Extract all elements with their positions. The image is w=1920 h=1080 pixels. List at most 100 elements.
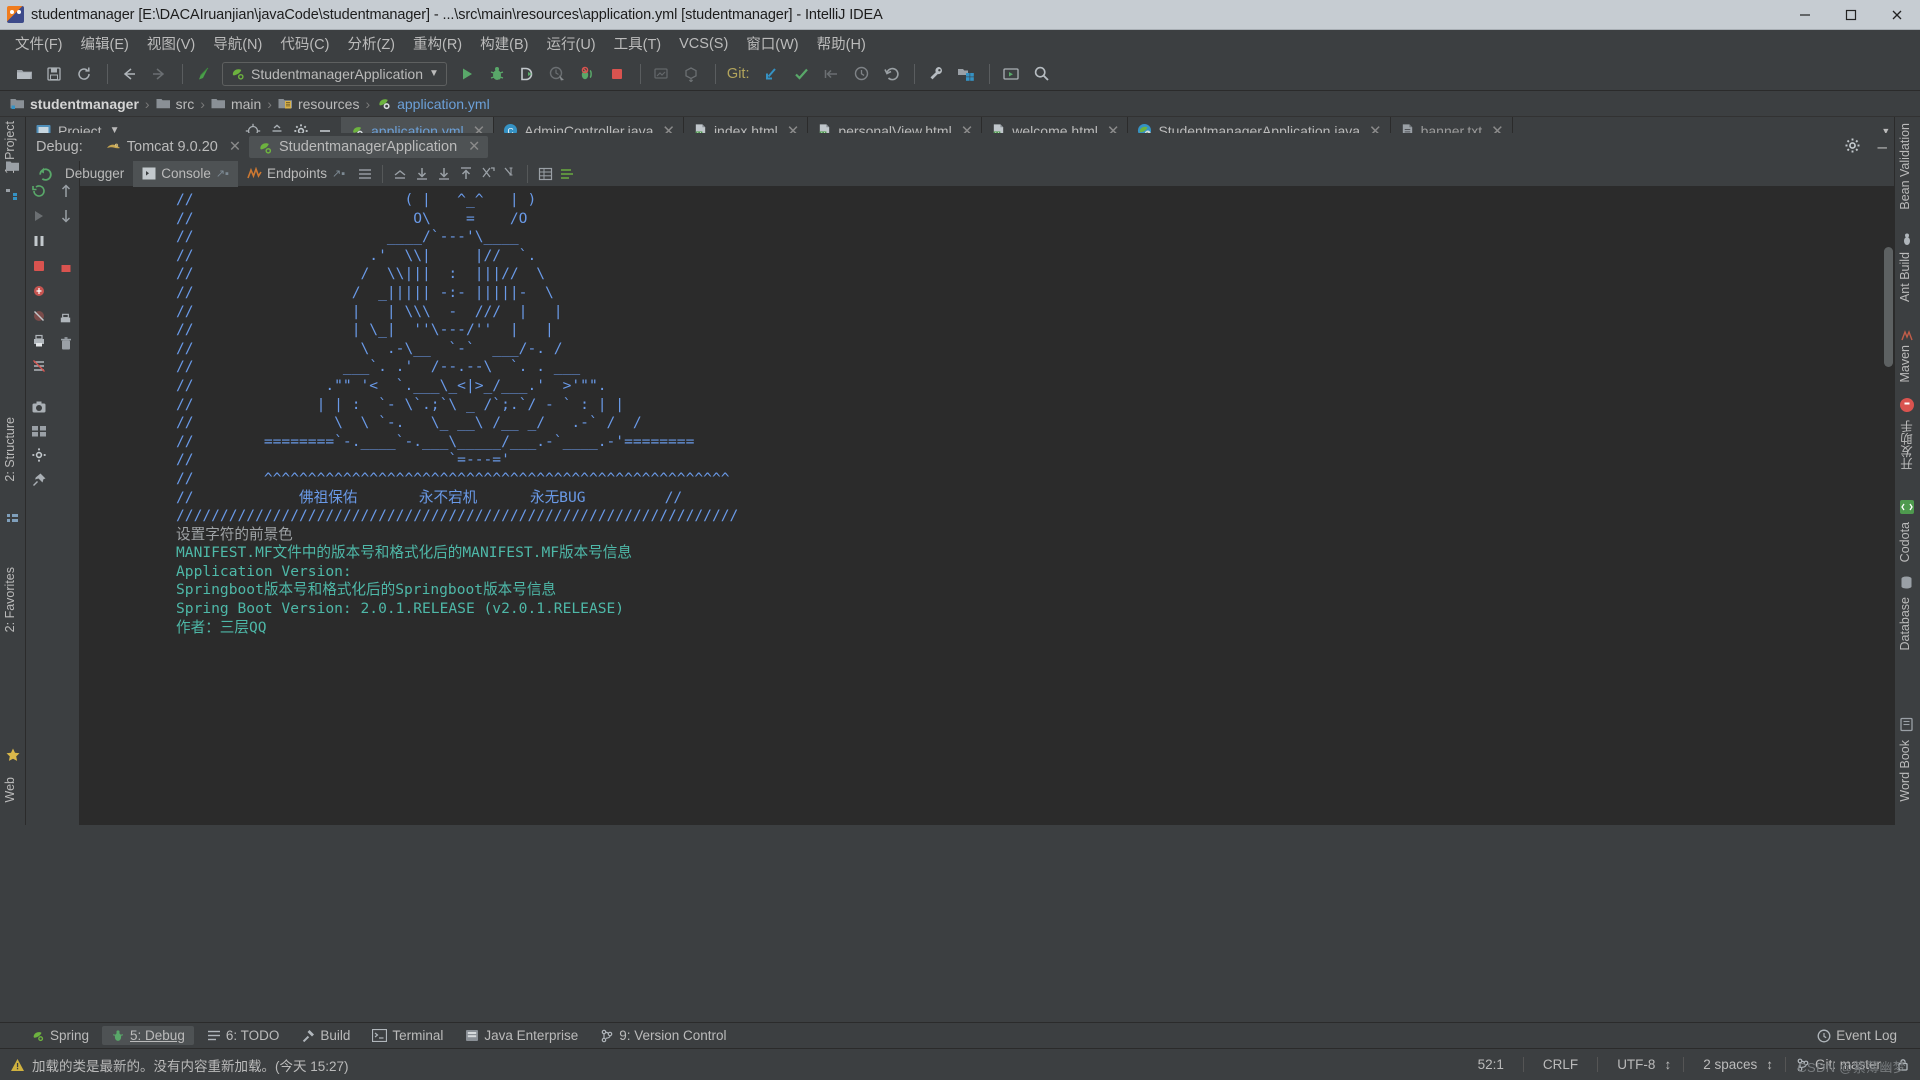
menu-item-9[interactable]: 工具(T) — [605, 30, 671, 57]
scroll-to-top-icon[interactable] — [455, 163, 477, 185]
ant-icon[interactable] — [1900, 232, 1914, 246]
run-dashboard-icon[interactable] — [997, 61, 1025, 87]
bottom-tool-9-version-control[interactable]: 9: Version Control — [591, 1026, 735, 1045]
menu-item-12[interactable]: 帮助(H) — [808, 30, 875, 57]
project-icon[interactable] — [5, 159, 20, 173]
structure-icon[interactable] — [5, 187, 20, 201]
tab-console[interactable]: Console ↗▪ — [133, 160, 238, 187]
settings-wrench-icon[interactable] — [922, 61, 950, 87]
menu-item-6[interactable]: 重构(R) — [404, 30, 471, 57]
chevron-down-icon[interactable]: ▼ — [429, 68, 439, 79]
view-breakpoints-icon[interactable] — [31, 283, 47, 299]
open-in-new-window-icon[interactable]: ↗▪ — [216, 167, 229, 180]
sidebar-item-assistant[interactable]: 开发助手 — [1898, 420, 1917, 470]
last-edit-location-icon[interactable] — [190, 61, 218, 87]
cut-icon[interactable] — [477, 163, 499, 185]
bottom-tool-5-debug[interactable]: 5: Debug — [102, 1026, 194, 1045]
tab-debugger[interactable]: Debugger — [56, 161, 133, 187]
stop-recording-icon[interactable] — [59, 260, 73, 276]
sidebar-item-web[interactable]: Web — [3, 777, 17, 802]
git-history-icon[interactable] — [847, 61, 875, 87]
sync-icon[interactable] — [70, 61, 98, 87]
camera-icon[interactable] — [31, 400, 47, 415]
breadcrumb-item-3[interactable]: resources — [278, 96, 359, 112]
gear-icon[interactable] — [31, 447, 47, 463]
indent-setting[interactable]: 2 spaces — [1694, 1057, 1766, 1072]
bottom-tool-java-enterprise[interactable]: Java Enterprise — [456, 1026, 587, 1045]
scroll-up-icon[interactable] — [389, 163, 411, 185]
close-icon[interactable]: ✕ — [468, 139, 480, 155]
scroll-down-icon[interactable] — [411, 163, 433, 185]
encoding-arrows-icon[interactable]: ↕ — [1664, 1057, 1673, 1072]
open-in-new-window-icon-2[interactable]: ↗▪ — [332, 167, 345, 180]
scroll-to-end-icon[interactable] — [433, 163, 455, 185]
layout-icon[interactable] — [31, 424, 47, 438]
filter-icon[interactable] — [556, 163, 578, 185]
run-with-coverage-icon[interactable] — [513, 61, 541, 87]
menu-item-11[interactable]: 窗口(W) — [737, 30, 807, 57]
tab-endpoints[interactable]: Endpoints ↗▪ — [238, 161, 354, 187]
breadcrumb-item-0[interactable]: studentmanager — [10, 96, 139, 112]
stop-debug-icon[interactable] — [573, 61, 601, 87]
menu-item-8[interactable]: 运行(U) — [537, 30, 604, 57]
menu-item-4[interactable]: 代码(C) — [271, 30, 338, 57]
sidebar-item-database[interactable]: Database — [1898, 597, 1912, 651]
open-folder-icon[interactable] — [10, 61, 38, 87]
console-output[interactable]: // ( | ^_^ | )// O\ = /O// ____/`---'\__… — [80, 187, 1895, 825]
bottom-tool-build[interactable]: Build — [292, 1026, 359, 1045]
git-rollback-icon[interactable] — [877, 61, 905, 87]
codota-green-icon[interactable] — [1899, 499, 1915, 515]
printer-rail-icon[interactable] — [58, 312, 73, 327]
soft-wrap-icon[interactable] — [354, 163, 376, 185]
sidebar-item-codota[interactable]: Codota — [1898, 522, 1912, 562]
settings-icon[interactable] — [31, 358, 47, 374]
menu-item-0[interactable]: 文件(F) — [6, 30, 72, 57]
caret-position[interactable]: 52:1 — [1469, 1057, 1513, 1072]
close-icon[interactable]: ✕ — [229, 139, 241, 155]
maven-icon[interactable] — [1900, 329, 1914, 343]
pause-icon[interactable] — [31, 233, 47, 249]
close-button[interactable] — [1874, 0, 1920, 30]
line-separator[interactable]: CRLF — [1534, 1057, 1587, 1072]
bottom-tool-6-todo[interactable]: 6: TODO — [198, 1026, 289, 1045]
minimize-button[interactable] — [1782, 0, 1828, 30]
breadcrumb-item-1[interactable]: src — [156, 96, 194, 112]
stop-icon[interactable] — [603, 61, 631, 87]
mute-breakpoints-icon[interactable] — [31, 308, 47, 324]
codota-logo-icon[interactable] — [1899, 397, 1915, 413]
favorites-star-icon[interactable] — [5, 747, 21, 763]
sidebar-item-word-book[interactable]: Word Book — [1898, 740, 1912, 802]
pin-icon[interactable] — [31, 472, 47, 488]
step-down-icon[interactable] — [59, 208, 73, 224]
debug-settings-gear-icon[interactable] — [1844, 137, 1861, 154]
wordbook-icon[interactable] — [1899, 717, 1914, 732]
menu-item-7[interactable]: 构建(B) — [471, 30, 537, 57]
debug-icon[interactable] — [483, 61, 511, 87]
debug-minimize-button[interactable]: – — [1878, 137, 1887, 157]
menu-item-5[interactable]: 分析(Z) — [338, 30, 404, 57]
select-icon[interactable] — [499, 163, 521, 185]
breadcrumb-item-2[interactable]: main — [211, 96, 261, 112]
run-configuration-selector[interactable]: StudentmanagerApplication ▼ — [222, 61, 447, 86]
sidebar-item-ant-build[interactable]: Ant Build — [1898, 252, 1912, 302]
rerun-icon[interactable] — [31, 183, 47, 199]
database-icon[interactable] — [1899, 575, 1914, 590]
file-encoding[interactable]: UTF-8 — [1608, 1057, 1664, 1072]
maximize-button[interactable] — [1828, 0, 1874, 30]
event-log-button[interactable]: Event Log — [1808, 1026, 1906, 1045]
git-update-icon[interactable] — [757, 61, 785, 87]
search-icon[interactable] — [1027, 61, 1055, 87]
resume-icon[interactable] — [31, 208, 47, 224]
indent-arrows-icon[interactable]: ↕ — [1766, 1057, 1775, 1072]
sidebar-item-structure[interactable]: 2: Structure — [3, 417, 17, 482]
git-commit-icon[interactable] — [787, 61, 815, 87]
sidebar-item-bean-validation[interactable]: Bean Validation — [1898, 123, 1912, 210]
menu-item-3[interactable]: 导航(N) — [204, 30, 271, 57]
breadcrumb-item-4[interactable]: application.yml — [376, 96, 490, 112]
project-structure-icon[interactable] — [952, 61, 980, 87]
bottom-tool-terminal[interactable]: Terminal — [363, 1026, 452, 1045]
save-all-icon[interactable] — [40, 61, 68, 87]
console-scrollbar[interactable] — [1884, 247, 1893, 367]
table-view-icon[interactable] — [534, 163, 556, 185]
bottom-tool-spring[interactable]: Spring — [22, 1026, 98, 1045]
